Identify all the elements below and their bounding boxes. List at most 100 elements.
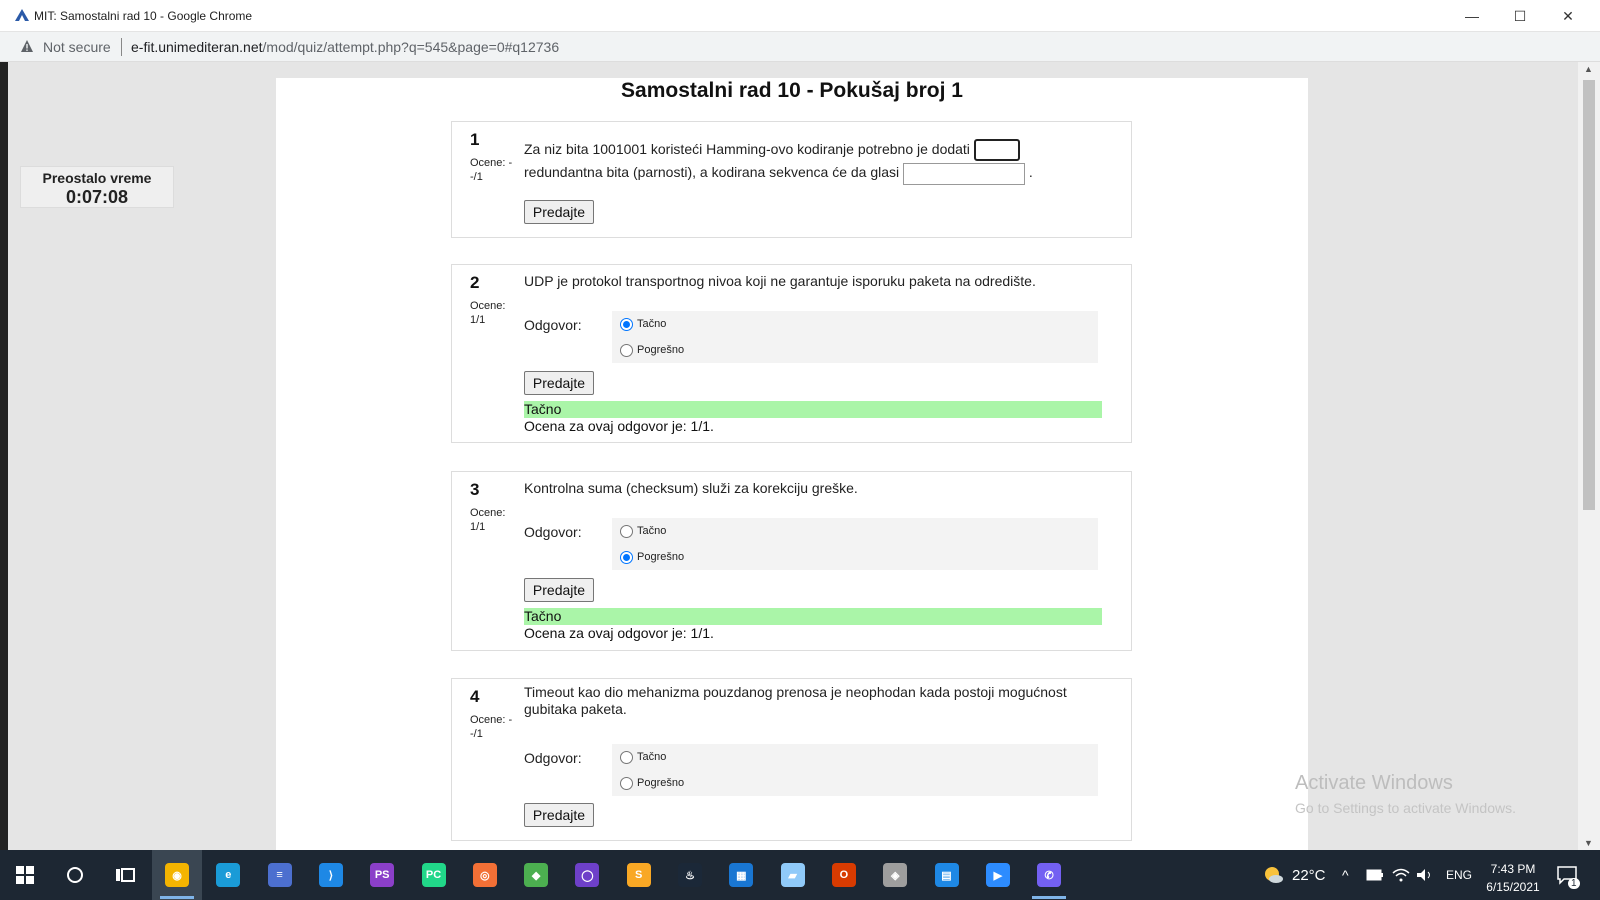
task-view-button[interactable] bbox=[100, 850, 150, 900]
quiz-page: Samostalni rad 10 - Pokušaj broj 1 1 Oce… bbox=[276, 78, 1308, 850]
option-false[interactable]: Pogrešno bbox=[612, 770, 1098, 796]
submit-button[interactable]: Predajte bbox=[524, 803, 594, 827]
weather-widget[interactable]: 22°C bbox=[1262, 850, 1326, 900]
grade-line-1: Ocene: bbox=[470, 507, 506, 519]
taskbar-app-sublime[interactable]: S bbox=[614, 850, 664, 900]
page-scrollbar[interactable]: ▲ ▼ bbox=[1578, 62, 1600, 850]
taskbar-app-generic2[interactable]: ◆ bbox=[511, 850, 561, 900]
page-title: Samostalni rad 10 - Pokušaj broj 1 bbox=[621, 79, 963, 102]
volume-icon[interactable] bbox=[1416, 850, 1434, 900]
battery-icon[interactable] bbox=[1366, 850, 1384, 900]
grade-line-2: 1/1 bbox=[470, 314, 486, 326]
question-3: 3 Ocene: 1/1 Kontrolna suma (checksum) sl… bbox=[451, 471, 1132, 651]
option-true[interactable]: Tačno bbox=[612, 311, 1098, 337]
taskbar-app-game[interactable]: ◈ bbox=[870, 850, 920, 900]
taskbar-app-postman[interactable]: ◎ bbox=[460, 850, 510, 900]
taskbar-clock[interactable]: 7:43 PM 6/15/2021 bbox=[1478, 860, 1548, 896]
option-false[interactable]: Pogrešno bbox=[612, 544, 1098, 570]
radio-true[interactable] bbox=[620, 750, 633, 764]
search-button[interactable] bbox=[50, 850, 100, 900]
answer-label: Odgovor: bbox=[524, 750, 582, 766]
wifi-icon[interactable] bbox=[1392, 850, 1410, 900]
taskbar-app-vscode[interactable]: ⟩ bbox=[306, 850, 356, 900]
task-view-icon bbox=[116, 868, 135, 882]
grade-line-2: -/1 bbox=[470, 171, 483, 183]
taskbar-app-phpstorm[interactable]: PS bbox=[357, 850, 407, 900]
question-1: 1 Ocene: - -/1 Za niz bita 1001001 korist… bbox=[451, 121, 1132, 238]
maximize-button[interactable]: ☐ bbox=[1496, 0, 1544, 32]
grade-text: Ocena za ovaj odgovor je: 1/1. bbox=[524, 625, 714, 641]
taskbar-app-generic[interactable]: ≡ bbox=[255, 850, 305, 900]
question-text: Kontrolna suma (checksum) služi za korek… bbox=[524, 480, 858, 496]
radio-false[interactable] bbox=[620, 776, 633, 790]
search-circle-icon bbox=[67, 867, 83, 883]
option-label: Pogrešno bbox=[637, 777, 685, 789]
taskbar-app-github[interactable]: ◯ bbox=[562, 850, 612, 900]
taskbar-app-zoom[interactable]: ▶ bbox=[973, 850, 1023, 900]
grade-text: Ocena za ovaj odgovor je: 1/1. bbox=[524, 418, 714, 434]
grade-line-1: Ocene: - bbox=[470, 714, 513, 726]
office-icon: O bbox=[831, 863, 856, 887]
vscode-icon: ⟩ bbox=[318, 863, 343, 887]
redundant-bits-input[interactable] bbox=[973, 139, 1020, 162]
notification-count: 1 bbox=[1568, 878, 1580, 889]
taskbar-app-notes[interactable]: ▰ bbox=[768, 850, 818, 900]
page-viewport: Preostalo vreme 0:07:08 Samostalni rad 1… bbox=[8, 62, 1578, 850]
taskbar-app-edge[interactable]: e bbox=[203, 850, 253, 900]
submit-button[interactable]: Predajte bbox=[524, 200, 594, 224]
scroll-thumb[interactable] bbox=[1583, 80, 1595, 510]
quiz-timer: Preostalo vreme 0:07:08 bbox=[20, 166, 174, 208]
warning-icon[interactable] bbox=[20, 39, 34, 53]
option-true[interactable]: Tačno bbox=[612, 518, 1098, 544]
game-icon: ◈ bbox=[883, 863, 908, 887]
taskbar-app-viber[interactable]: ✆ bbox=[1024, 850, 1074, 900]
timer-label: Preostalo vreme bbox=[42, 170, 152, 186]
generic-icon: ≡ bbox=[267, 863, 292, 887]
submit-button[interactable]: Predajte bbox=[524, 371, 594, 395]
scroll-up-arrow[interactable]: ▲ bbox=[1584, 64, 1593, 74]
window-left-edge bbox=[0, 62, 8, 850]
question-text-b: redundantna bita (parnosti), a kodirana … bbox=[524, 164, 900, 181]
close-button[interactable]: ✕ bbox=[1544, 0, 1592, 32]
minimize-button[interactable]: — bbox=[1448, 0, 1496, 32]
windows-taskbar: ◉ e ≡ ⟩ PS PC ◎ ◆ ◯ S ♨ ▦ ▰ O ◈ ▤ ▶ ✆ 22°C ^ ENG 7:43 PM … bbox=[0, 850, 1600, 900]
option-true[interactable]: Tačno bbox=[612, 744, 1098, 770]
weather-temp: 22°C bbox=[1292, 866, 1326, 884]
calendar-icon: ▤ bbox=[934, 863, 959, 887]
show-hidden-icons-button[interactable]: ^ bbox=[1342, 850, 1349, 900]
language-indicator[interactable]: ENG bbox=[1446, 850, 1472, 900]
address-bar[interactable]: Not secure e-fit.unimediteran.net/mod/qu… bbox=[0, 32, 1600, 62]
taskbar-app-chrome[interactable]: ◉ bbox=[152, 850, 202, 900]
answer-options: Tačno Pogrešno bbox=[612, 744, 1098, 796]
question-2: 2 Ocene: 1/1 UDP je protokol transportnog… bbox=[451, 264, 1132, 443]
radio-true[interactable] bbox=[620, 524, 633, 538]
notification-center-button[interactable]: 1 bbox=[1556, 850, 1580, 900]
not-secure-label[interactable]: Not secure bbox=[43, 39, 111, 55]
timer-value: 0:07:08 bbox=[65, 187, 129, 207]
question-number: 3 bbox=[470, 480, 480, 499]
taskbar-app-office[interactable]: O bbox=[819, 850, 869, 900]
postman-icon: ◎ bbox=[472, 863, 497, 887]
weather-sun-cloud-icon bbox=[1265, 867, 1283, 883]
question-text-a: Za niz bita 1001001 koristeći Hamming-ov… bbox=[524, 141, 970, 157]
option-false[interactable]: Pogrešno bbox=[612, 337, 1098, 363]
submit-button[interactable]: Predajte bbox=[524, 578, 594, 602]
radio-false[interactable] bbox=[620, 343, 633, 357]
encoded-sequence-input[interactable] bbox=[903, 162, 1026, 185]
radio-false[interactable] bbox=[620, 550, 633, 564]
question-grade: Ocene: 1/1 bbox=[470, 299, 518, 327]
taskbar-app-steam[interactable]: ♨ bbox=[665, 850, 715, 900]
activate-windows-subtitle: Go to Settings to activate Windows. bbox=[1295, 800, 1516, 816]
taskbar-app-pycharm[interactable]: PC bbox=[409, 850, 459, 900]
taskbar-app-calculator[interactable]: ▦ bbox=[716, 850, 766, 900]
radio-true[interactable] bbox=[620, 317, 633, 331]
answer-options: Tačno Pogrešno bbox=[612, 311, 1098, 363]
start-button[interactable] bbox=[0, 850, 50, 900]
feedback-correct: Tačno bbox=[524, 401, 1102, 418]
taskbar-app-calendar[interactable]: ▤ bbox=[922, 850, 972, 900]
url-text[interactable]: e-fit.unimediteran.net/mod/quiz/attempt.… bbox=[131, 39, 559, 55]
viber-icon: ✆ bbox=[1037, 863, 1062, 887]
grade-line-2: -/1 bbox=[470, 728, 483, 740]
github-icon: ◯ bbox=[575, 863, 600, 887]
scroll-down-arrow[interactable]: ▼ bbox=[1584, 838, 1593, 848]
